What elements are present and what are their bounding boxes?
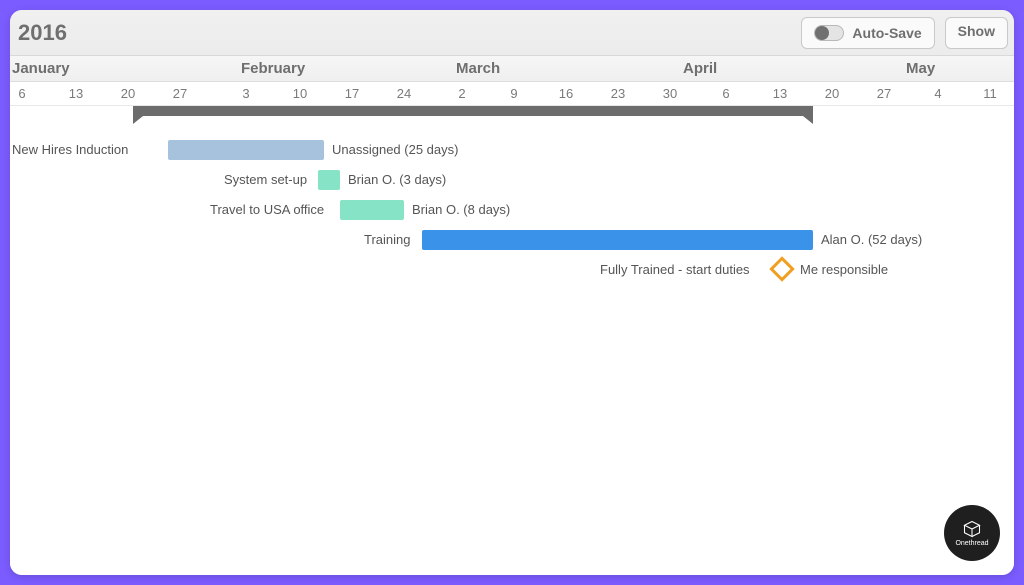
task-bar[interactable]	[340, 200, 404, 220]
month-label: April	[683, 60, 717, 77]
task-right-label: Alan O. (52 days)	[821, 232, 922, 247]
task-row: Travel to USA office Brian O. (8 days)	[10, 198, 1014, 228]
milestone-left-label: Fully Trained - start duties	[600, 262, 750, 277]
task-row: Training Alan O. (52 days)	[10, 228, 1014, 258]
show-label: Show	[958, 23, 995, 39]
task-row: System set-up Brian O. (3 days)	[10, 168, 1014, 198]
day-tick: 13	[69, 86, 83, 101]
day-tick: 27	[173, 86, 187, 101]
summary-bar[interactable]	[133, 106, 813, 116]
day-tick: 20	[121, 86, 135, 101]
gantt-chart[interactable]: New Hires Induction Unassigned (25 days) S…	[10, 106, 1014, 575]
day-tick: 20	[825, 86, 839, 101]
task-right-label: Brian O. (3 days)	[348, 172, 446, 187]
day-tick: 16	[559, 86, 573, 101]
task-bar[interactable]	[422, 230, 813, 250]
month-label: March	[456, 60, 500, 77]
day-tick: 24	[397, 86, 411, 101]
day-tick: 27	[877, 86, 891, 101]
task-left-label: Travel to USA office	[210, 202, 324, 217]
day-tick: 11	[983, 86, 997, 101]
task-row: New Hires Induction Unassigned (25 days)	[10, 138, 1014, 168]
day-tick: 4	[934, 86, 941, 101]
day-tick: 3	[242, 86, 249, 101]
show-button[interactable]: Show	[945, 17, 1008, 49]
month-label: January	[12, 60, 70, 77]
autosave-toggle[interactable]: Auto-Save	[801, 17, 934, 49]
day-tick: 10	[293, 86, 307, 101]
task-left-label: New Hires Induction	[12, 142, 128, 157]
cube-icon	[963, 520, 981, 538]
day-tick: 2	[458, 86, 465, 101]
milestone-right-label: Me responsible	[800, 262, 888, 277]
task-bar[interactable]	[168, 140, 324, 160]
month-row: January February March April May	[10, 56, 1014, 82]
brand-name: Onethread	[955, 540, 988, 547]
year-label: 2016	[16, 20, 67, 46]
month-label: May	[906, 60, 935, 77]
task-right-label: Unassigned (25 days)	[332, 142, 458, 157]
month-label: February	[241, 60, 305, 77]
day-row: 6 13 20 27 3 10 17 24 2 9 16 23 30 6 13 20 27 4 11	[10, 82, 1014, 106]
toggle-knob	[815, 26, 829, 40]
day-tick: 17	[345, 86, 359, 101]
day-tick: 13	[773, 86, 787, 101]
milestone-row: Fully Trained - start duties Me responsib…	[10, 258, 1014, 288]
toggle-track	[814, 25, 844, 41]
day-tick: 6	[722, 86, 729, 101]
day-tick: 9	[510, 86, 517, 101]
task-left-label: Training	[364, 232, 410, 247]
day-tick: 23	[611, 86, 625, 101]
day-tick: 6	[18, 86, 25, 101]
task-bar[interactable]	[318, 170, 340, 190]
autosave-label: Auto-Save	[852, 25, 921, 41]
task-right-label: Brian O. (8 days)	[412, 202, 510, 217]
toolbar: 2016 Auto-Save Show	[10, 10, 1014, 56]
day-tick: 30	[663, 86, 677, 101]
milestone-diamond-icon[interactable]	[769, 256, 794, 281]
brand-logo: Onethread	[944, 505, 1000, 561]
task-left-label: System set-up	[224, 172, 307, 187]
gantt-window: 2016 Auto-Save Show JanuaryFebruaryMarch…	[10, 10, 1014, 575]
